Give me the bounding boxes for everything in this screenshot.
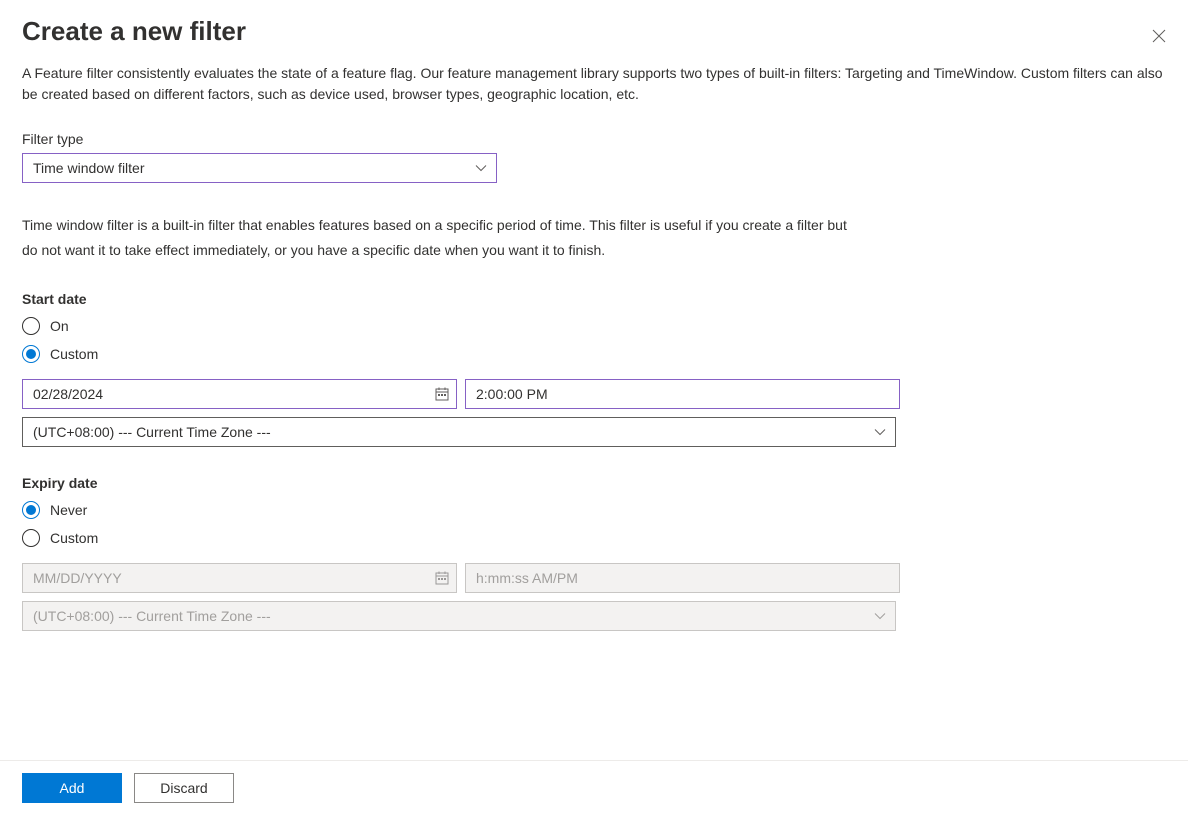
panel-description: A Feature filter consistently evaluates … <box>22 63 1166 105</box>
start-time-input-wrap <box>465 379 900 409</box>
start-date-heading: Start date <box>22 291 1166 307</box>
start-date-fields <box>22 379 1166 409</box>
start-timezone-value: (UTC+08:00) --- Current Time Zone --- <box>33 424 271 440</box>
start-timezone-row: (UTC+08:00) --- Current Time Zone --- <box>22 417 896 447</box>
create-filter-panel: Create a new filter A Feature filter con… <box>0 0 1188 815</box>
radio-icon <box>22 501 40 519</box>
radio-label: Never <box>50 502 87 518</box>
expiry-timezone-value: (UTC+08:00) --- Current Time Zone --- <box>33 608 271 624</box>
radio-label: Custom <box>50 530 98 546</box>
expiry-time-input-wrap <box>465 563 900 593</box>
start-timezone-select[interactable]: (UTC+08:00) --- Current Time Zone --- <box>22 417 896 447</box>
start-time-input[interactable] <box>465 379 900 409</box>
filter-type-description: Time window filter is a built-in filter … <box>22 213 862 263</box>
close-icon[interactable] <box>1148 25 1170 50</box>
panel-title: Create a new filter <box>22 16 246 47</box>
radio-icon <box>22 317 40 335</box>
radio-label: On <box>50 318 69 334</box>
panel-footer: Add Discard <box>0 760 1188 815</box>
add-button[interactable]: Add <box>22 773 122 803</box>
expiry-date-radio-never[interactable]: Never <box>22 501 87 519</box>
expiry-date-radio-group: Never Custom <box>22 501 1166 547</box>
filter-type-label: Filter type <box>22 131 1166 147</box>
start-date-input-wrap <box>22 379 457 409</box>
expiry-date-fields <box>22 563 1166 593</box>
expiry-date-input-wrap <box>22 563 457 593</box>
start-date-radio-on[interactable]: On <box>22 317 69 335</box>
start-date-radio-custom[interactable]: Custom <box>22 345 98 363</box>
expiry-timezone-select: (UTC+08:00) --- Current Time Zone --- <box>22 601 896 631</box>
radio-label: Custom <box>50 346 98 362</box>
expiry-time-input <box>465 563 900 593</box>
expiry-timezone-row: (UTC+08:00) --- Current Time Zone --- <box>22 601 896 631</box>
expiry-date-radio-custom[interactable]: Custom <box>22 529 98 547</box>
expiry-date-input <box>22 563 457 593</box>
panel-header: Create a new filter <box>22 12 1166 63</box>
discard-button[interactable]: Discard <box>134 773 234 803</box>
filter-type-select[interactable]: Time window filter <box>22 153 497 183</box>
filter-type-selected: Time window filter <box>33 160 145 176</box>
start-date-input[interactable] <box>22 379 457 409</box>
radio-icon <box>22 345 40 363</box>
radio-icon <box>22 529 40 547</box>
expiry-date-heading: Expiry date <box>22 475 1166 491</box>
start-date-radio-group: On Custom <box>22 317 1166 363</box>
